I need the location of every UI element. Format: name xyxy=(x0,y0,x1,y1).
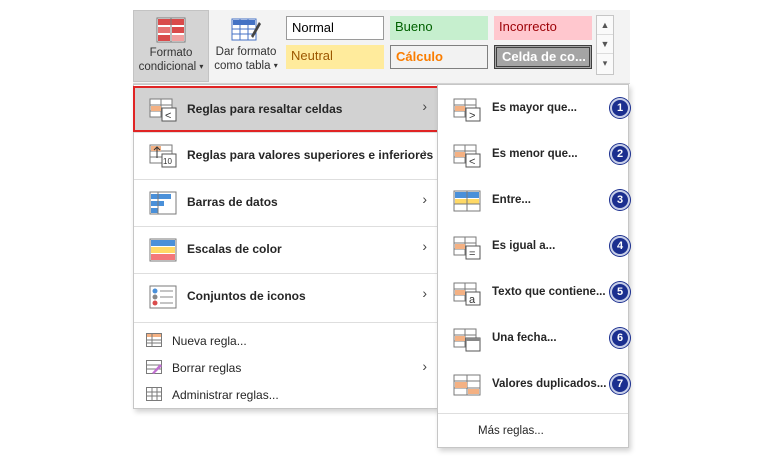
chevron-down-icon: ▾ xyxy=(273,61,278,70)
color-scales-icon xyxy=(149,238,177,262)
highlight-rules-submenu: > Es mayor que... 1 < Es menor que... 2 … xyxy=(437,84,630,448)
submenu-item-greater-than[interactable]: > Es mayor que... 1 xyxy=(438,87,630,133)
menu-label: Barras de datos xyxy=(187,195,278,209)
submenu-item-between[interactable]: Entre... 3 xyxy=(438,179,630,225)
format-as-table-label-2: como tabla ▾ xyxy=(214,60,278,72)
chevron-right-icon: › xyxy=(422,285,427,301)
menu-item-color-scales[interactable]: Escalas de color › xyxy=(134,227,437,273)
svg-text:>: > xyxy=(469,110,475,122)
submenu-item-equal-to[interactable]: = Es igual a... 4 xyxy=(438,225,630,271)
between-icon xyxy=(453,190,481,212)
svg-text:<: < xyxy=(165,110,171,122)
format-as-table-label-1: Dar formato xyxy=(215,46,277,58)
menu-label: Reglas para resaltar celdas xyxy=(187,102,343,116)
conditional-format-menu: < Reglas para resaltar celdas › 10 Regla… xyxy=(133,84,438,409)
number-badge: 5 xyxy=(610,282,630,302)
style-neutral[interactable]: Neutral xyxy=(286,45,384,69)
submenu-label: Es menor que... xyxy=(492,148,578,160)
menu-item-clear-rules[interactable]: Borrar reglas › xyxy=(134,354,437,380)
style-incorrecto[interactable]: Incorrecto xyxy=(494,16,592,40)
less-than-icon: < xyxy=(453,144,481,168)
svg-text:=: = xyxy=(469,248,475,260)
svg-text:<: < xyxy=(469,156,475,168)
gallery-more-icon[interactable]: ▾ xyxy=(597,54,613,73)
chevron-right-icon: › xyxy=(422,144,427,160)
greater-than-icon: > xyxy=(453,98,481,122)
data-bars-icon xyxy=(149,191,177,215)
submenu-item-date[interactable]: Una fecha... 6 xyxy=(438,317,630,363)
svg-text:a: a xyxy=(469,294,476,306)
submenu-label: Es igual a... xyxy=(492,240,556,252)
format-as-table-button[interactable]: Dar formato como tabla ▾ xyxy=(209,10,283,82)
chevron-right-icon: › xyxy=(422,98,427,114)
submenu-label: Es mayor que... xyxy=(492,102,578,114)
text-contains-icon: a xyxy=(453,282,481,306)
submenu-label: Una fecha... xyxy=(492,332,557,344)
menu-label: Escalas de color xyxy=(187,242,282,256)
number-badge: 7 xyxy=(610,374,630,394)
duplicate-values-icon xyxy=(453,374,481,396)
menu-label: Borrar reglas xyxy=(172,361,242,375)
submenu-item-less-than[interactable]: < Es menor que... 2 xyxy=(438,133,630,179)
number-badge: 4 xyxy=(610,236,630,256)
menu-item-new-rule[interactable]: Nueva regla... xyxy=(134,327,437,353)
number-badge: 6 xyxy=(610,328,630,348)
menu-label: Administrar reglas... xyxy=(172,388,279,402)
menu-label: Reglas para valores superiores e inferio… xyxy=(187,148,434,162)
scroll-down-icon[interactable]: ▼ xyxy=(597,35,613,54)
conditional-format-label-1: Formato xyxy=(149,47,193,59)
manage-rules-icon xyxy=(146,387,162,401)
more-rules-link[interactable]: Más reglas... xyxy=(478,425,544,437)
new-rule-icon xyxy=(146,333,162,347)
menu-label: Conjuntos de iconos xyxy=(187,289,306,303)
cell-styles-gallery: Normal Bueno Incorrecto Neutral Cálculo … xyxy=(286,16,600,74)
scroll-up-icon[interactable]: ▲ xyxy=(597,16,613,35)
number-badge: 3 xyxy=(610,190,630,210)
top-bottom-rules-icon: 10 xyxy=(149,144,177,168)
style-calculo[interactable]: Cálculo xyxy=(390,45,488,69)
menu-item-icon-sets[interactable]: Conjuntos de iconos › xyxy=(134,274,437,320)
format-as-table-icon xyxy=(231,18,261,41)
svg-text:10: 10 xyxy=(163,157,172,166)
submenu-item-text-contains[interactable]: a Texto que contiene... 5 xyxy=(438,271,630,317)
menu-item-highlight-rules[interactable]: < Reglas para resaltar celdas › xyxy=(134,87,437,133)
clear-rules-icon xyxy=(146,360,162,374)
style-normal[interactable]: Normal xyxy=(286,16,384,40)
style-celda-comprobacion[interactable]: Celda de co... xyxy=(494,45,592,69)
number-badge: 2 xyxy=(610,144,630,164)
chevron-right-icon: › xyxy=(422,191,427,207)
equal-to-icon: = xyxy=(453,236,481,260)
submenu-label: Texto que contiene... xyxy=(492,286,606,298)
conditional-format-label-2: condicional ▾ xyxy=(138,61,204,73)
menu-item-manage-rules[interactable]: Administrar reglas... xyxy=(134,381,437,407)
ribbon-styles-group: Formato condicional ▾ Dar formato como t… xyxy=(133,10,630,84)
gallery-scroll: ▲ ▼ ▾ xyxy=(596,15,614,75)
icon-sets-icon xyxy=(149,285,177,309)
number-badge: 1 xyxy=(610,98,630,118)
divider xyxy=(438,413,628,414)
menu-item-top-bottom-rules[interactable]: 10 Reglas para valores superiores e infe… xyxy=(134,133,437,179)
menu-label: Nueva regla... xyxy=(172,334,247,348)
conditional-format-icon xyxy=(156,17,186,43)
submenu-label: Entre... xyxy=(492,194,531,206)
conditional-format-button[interactable]: Formato condicional ▾ xyxy=(133,10,209,82)
submenu-item-duplicates[interactable]: Valores duplicados... 7 xyxy=(438,363,630,409)
date-occurring-icon xyxy=(453,328,481,352)
chevron-right-icon: › xyxy=(422,238,427,254)
menu-item-data-bars[interactable]: Barras de datos › xyxy=(134,180,437,226)
style-bueno[interactable]: Bueno xyxy=(390,16,488,40)
submenu-label: Valores duplicados... xyxy=(492,378,607,390)
divider xyxy=(134,322,437,323)
chevron-right-icon: › xyxy=(422,358,427,374)
chevron-down-icon: ▾ xyxy=(199,62,204,71)
highlight-rules-icon: < xyxy=(149,98,177,122)
